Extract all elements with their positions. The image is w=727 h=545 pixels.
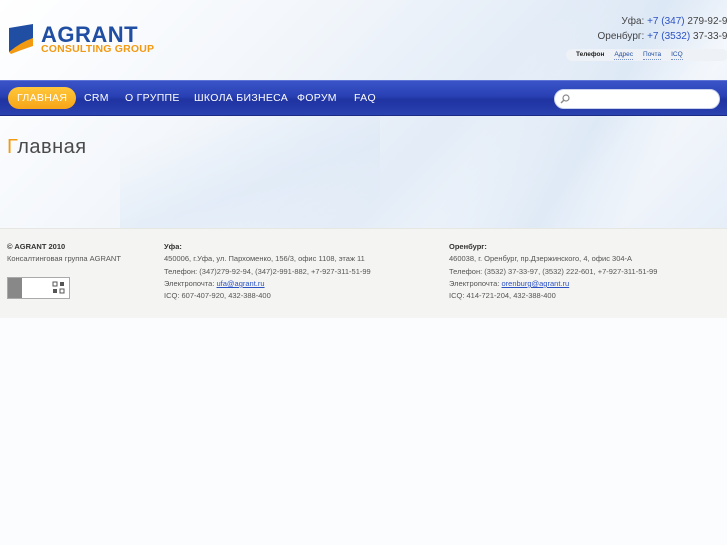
footer-orenburg-col: Оренбург: 460038, г. Оренбург, пр.Дзержи… [449,242,658,301]
phone-line-orenburg: Оренбург: +7 (3532) 37-33-97 [597,31,727,42]
nav-item-about[interactable]: О ГРУППЕ [116,87,189,109]
nav-item-faq[interactable]: FAQ [345,87,385,109]
main-nav: ГЛАВНАЯ CRM О ГРУППЕ ШКОЛА БИЗНЕСА ФОРУМ… [0,80,727,116]
nav-item-home[interactable]: ГЛАВНАЯ [8,87,77,109]
page-title: Главная [7,136,87,158]
background-decoration [120,110,380,228]
search-box [554,89,720,110]
email-link-ufa[interactable]: ufa@agrant.ru [217,279,265,288]
nav-item-crm[interactable]: CRM [75,87,118,109]
counter-badge-icon[interactable] [7,277,70,299]
logo[interactable]: AGRANT CONSULTING GROUP [7,22,154,66]
agrant-logo-icon [9,24,33,54]
logo-subtitle: CONSULTING GROUP [41,43,155,55]
tab-address[interactable]: Адрес [614,51,634,60]
footer-copyright-col: © AGRANT 2010 Консалтинговая группа AGRA… [7,241,121,266]
email-link-orenburg[interactable]: orenburg@agrant.ru [502,279,570,288]
footer-ufa-col: Уфа: 450006, г.Уфа, ул. Пархоменко, 156/… [164,242,371,301]
search-input[interactable] [575,91,715,110]
search-icon[interactable] [560,94,570,104]
nav-item-business-school[interactable]: ШКОЛА БИЗНЕСА [185,87,297,109]
tab-email[interactable]: Почта [643,51,662,60]
phone-line-ufa: Уфа: +7 (347) 279-92-94 [621,16,727,27]
header-phones: Уфа: +7 (347) 279-92-94 Оренбург: +7 (35… [598,14,727,44]
tab-icq[interactable]: ICQ [671,51,683,60]
tab-phone[interactable]: Телефон [576,51,604,59]
nav-item-forum[interactable]: ФОРУМ [288,87,346,109]
footer: © AGRANT 2010 Консалтинговая группа AGRA… [0,228,727,318]
contact-tabs: Телефон Адрес Почта ICQ [566,49,727,61]
company-name: Консалтинговая группа AGRANT [7,254,121,264]
copyright: © AGRANT 2010 [7,242,66,251]
